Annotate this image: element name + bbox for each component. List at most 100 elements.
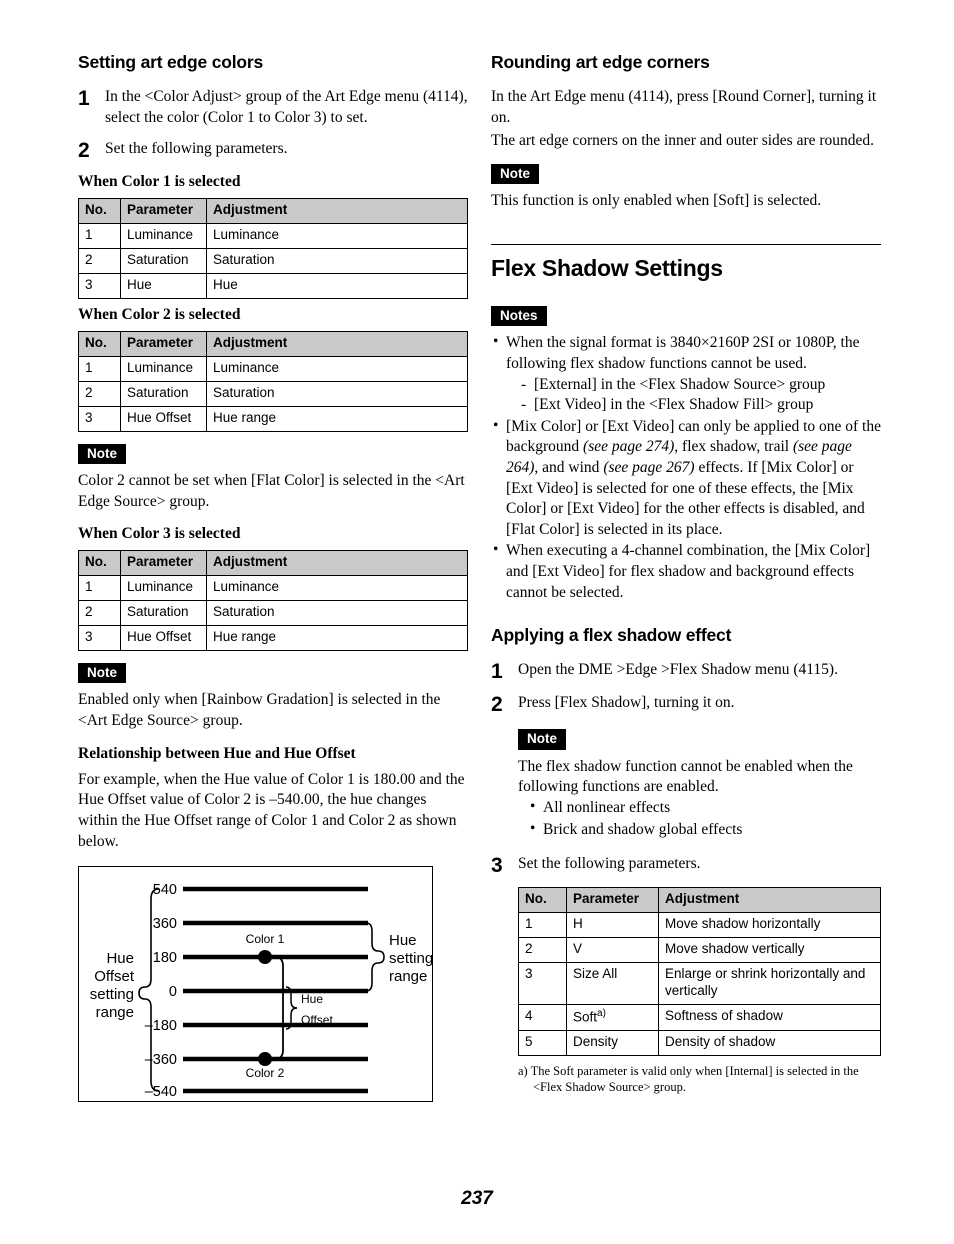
axis-label: 180 — [153, 950, 177, 966]
column-header-adjustment: Adjustment — [206, 331, 468, 357]
table-row: 2 Saturation Saturation — [78, 248, 468, 274]
cell-adjustment: Move shadow horizontally — [658, 912, 881, 938]
cell-no: 1 — [78, 575, 121, 602]
cell-parameter: H — [566, 912, 659, 938]
axis-label: –360 — [145, 1052, 177, 1068]
column-header-parameter: Parameter — [566, 887, 659, 914]
cell-adjustment: Hue range — [206, 405, 468, 432]
footnote-marker: a) — [518, 1063, 528, 1078]
note-bullet-1: When the signal format is 3840×2160P 2SI… — [491, 332, 881, 416]
note-bullet-2-part-2: , flex shadow, trail — [674, 438, 793, 456]
cell-parameter: V — [566, 936, 659, 963]
right-bracket-label-line: Hue — [389, 932, 417, 949]
step-1: 1 In the <Color Adjust> group of the Art… — [78, 87, 468, 128]
note-flex-shadow-enable: Note The flex shadow function cannot be … — [518, 729, 881, 840]
right-column: Rounding art edge corners In the Art Edg… — [491, 52, 881, 1095]
table-footnote: a) The Soft parameter is valid only when… — [518, 1063, 881, 1096]
note-bullet-2: [Mix Color] or [Ext Video] can only be a… — [491, 416, 881, 541]
left-column: Setting art edge colors 1 In the <Color … — [78, 52, 468, 1103]
axis-label: 0 — [169, 984, 177, 1000]
footnote-marker: a) — [597, 1007, 606, 1019]
cell-parameter-soft-text: Soft — [573, 1009, 598, 1025]
cell-parameter: Luminance — [120, 575, 207, 602]
page-title-applying-flex-shadow-effect: Applying a flex shadow effect — [491, 625, 732, 646]
note-rounding: Note This function is only enabled when … — [491, 163, 881, 212]
note-enable-item: All nonlinear effects — [528, 797, 881, 819]
right-bracket-label-line: setting — [389, 950, 432, 967]
table-row: 3 Hue Offset Hue range — [78, 624, 468, 651]
data-point-color-1 — [258, 950, 272, 965]
step-2: 2 Press [Flex Shadow], turning it on. — [491, 693, 881, 715]
cell-adjustment: Move shadow vertically — [658, 936, 881, 963]
step-3: 3 Set the following parameters. — [491, 854, 881, 876]
note-sub-item: [External] in the <Flex Shadow Source> g… — [519, 375, 881, 396]
axis-label: 360 — [153, 916, 177, 932]
left-bracket-label-line: range — [96, 1004, 134, 1021]
table-row: 2 V Move shadow vertically — [518, 936, 881, 963]
cell-adjustment: Hue — [206, 272, 468, 299]
footnote-line-1: The Soft parameter is valid only when [I… — [530, 1063, 859, 1078]
table-color-3: No. Parameter Adjustment 1 Luminance Lum… — [78, 550, 468, 651]
cell-adjustment: Saturation — [206, 600, 468, 626]
notes-list: When the signal format is 3840×2160P 2SI… — [491, 332, 881, 603]
step-1-text: Open the DME >Edge >Flex Shadow menu (41… — [518, 661, 838, 679]
document-page: Setting art edge colors 1 In the <Color … — [0, 0, 954, 1244]
note-text: Color 2 cannot be set when [Flat Color] … — [78, 472, 465, 510]
subheading-color-2: When Color 2 is selected — [78, 305, 241, 323]
cell-parameter: Saturation — [120, 600, 207, 626]
table-header-row: No. Parameter Adjustment — [518, 887, 881, 914]
subheading-color-1: When Color 1 is selected — [78, 173, 241, 191]
cell-parameter: Saturation — [120, 248, 207, 274]
table-row: 3 Hue Hue — [78, 272, 468, 299]
table-header-row: No. Parameter Adjustment — [78, 331, 468, 357]
table-row: 1 H Move shadow horizontally — [518, 912, 881, 938]
step-2-number: 2 — [491, 693, 503, 717]
subheading-color-3: When Color 3 is selected — [78, 525, 241, 543]
page-title-rounding-art-edge-corners: Rounding art edge corners — [491, 52, 710, 72]
left-brace-lower — [138, 993, 160, 1092]
left-brace-upper — [138, 888, 160, 994]
column-header-parameter: Parameter — [120, 331, 207, 357]
offset-label-line: Offset — [301, 1013, 333, 1027]
note-text: The flex shadow function cannot be enabl… — [518, 757, 853, 796]
right-brace-lower — [365, 957, 385, 992]
cell-no: 3 — [78, 272, 121, 299]
cell-no: 1 — [78, 355, 121, 382]
cell-parameter: Density — [566, 1029, 659, 1056]
offset-label: Hue Offset — [301, 992, 333, 1027]
data-point-color-2 — [258, 1052, 272, 1067]
note-bullet-1-text: When the signal format is 3840×2160P 2SI… — [506, 334, 860, 372]
table-row: 4 Softa) Softness of shadow — [518, 1003, 881, 1031]
table-row: 5 Density Density of shadow — [518, 1029, 881, 1056]
cell-parameter-soft: Softa) — [566, 1003, 659, 1031]
column-header-parameter: Parameter — [120, 550, 207, 577]
step-2-number: 2 — [78, 139, 90, 163]
axis-tick-labels: 540 360 180 0 –180 –360 –540 — [145, 882, 177, 1100]
step-2-text: Set the following parameters. — [105, 140, 288, 158]
cell-adjustment: Saturation — [206, 248, 468, 274]
right-bracket-label-line: range — [389, 968, 427, 985]
cell-adjustment: Softness of shadow — [658, 1003, 881, 1031]
note-badge: Note — [491, 163, 539, 185]
note-badge: Note — [78, 662, 126, 684]
hue-offset-diagram-svg: 540 360 180 0 –180 –360 –540 Hue Offset … — [90, 882, 432, 1100]
page-title-setting-art-edge-colors: Setting art edge colors — [78, 52, 264, 72]
step-1-number: 1 — [78, 87, 90, 110]
cell-no: 2 — [78, 380, 121, 407]
right-brace-upper — [365, 922, 385, 958]
note-text: Enabled only when [Rainbow Gradation] is… — [78, 691, 441, 729]
step-1: 1 Open the DME >Edge >Flex Shadow menu (… — [491, 660, 881, 682]
page-number: 237 — [461, 1188, 493, 1209]
table-row: 2 Saturation Saturation — [78, 600, 468, 626]
note-enable-list: All nonlinear effects Brick and shadow g… — [518, 797, 881, 840]
table-color-1: No. Parameter Adjustment 1 Luminance Lum… — [78, 198, 468, 299]
note-sub-item: [Ext Video] in the <Flex Shadow Fill> gr… — [519, 395, 881, 416]
table-row: 2 Saturation Saturation — [78, 380, 468, 407]
table-row: 1 Luminance Luminance — [78, 575, 468, 602]
cell-parameter: Hue Offset — [120, 624, 207, 651]
table-header-row: No. Parameter Adjustment — [78, 550, 468, 577]
right-bracket-label: Hue setting range — [389, 932, 432, 985]
rounding-intro-line-1: In the Art Edge menu (4114), press [Roun… — [491, 88, 877, 126]
note-text: This function is only enabled when [Soft… — [491, 192, 822, 210]
cell-no: 2 — [78, 248, 121, 274]
